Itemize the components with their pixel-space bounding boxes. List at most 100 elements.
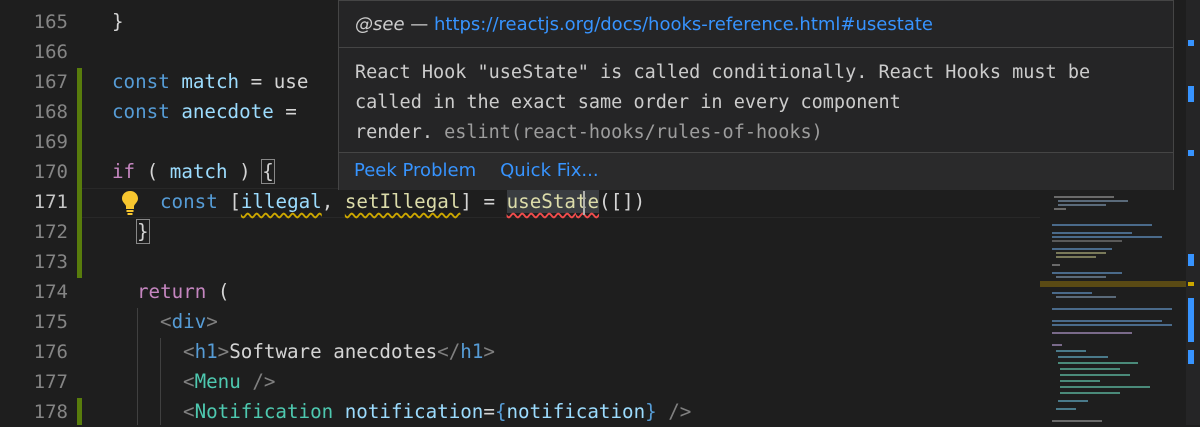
code-line: 174 return ( bbox=[0, 277, 1040, 307]
code-text[interactable]: <Menu /> bbox=[183, 367, 275, 397]
code-fragment: [ bbox=[217, 190, 241, 213]
minimap-line bbox=[1056, 256, 1096, 258]
code-fragment: = bbox=[483, 400, 495, 423]
code-text[interactable]: } bbox=[136, 217, 150, 247]
jsx-component-notification: Notification bbox=[194, 400, 334, 423]
minimap-line bbox=[1060, 374, 1130, 376]
code-text[interactable]: return ( bbox=[137, 277, 229, 307]
code-text[interactable]: <div> bbox=[160, 307, 218, 337]
variable-anecdote: anecdote bbox=[181, 100, 274, 123]
overview-ruler-mark bbox=[1188, 40, 1194, 46]
code-text[interactable]: <h1>Software anecdotes</h1> bbox=[183, 337, 495, 367]
minimap-line bbox=[1052, 232, 1132, 234]
code-text[interactable]: const [illegal, setIllegal] = useState([… bbox=[160, 187, 645, 217]
minimap-line bbox=[1052, 344, 1062, 346]
jsx-brace: } bbox=[645, 400, 657, 423]
overview-ruler-mark bbox=[1188, 254, 1194, 266]
minimap-line bbox=[1058, 356, 1108, 358]
code-fragment: = bbox=[273, 100, 297, 123]
line-number: 175 bbox=[33, 311, 68, 333]
minimap-current-line bbox=[1040, 281, 1186, 287]
function-useState-part1[interactable]: useSta bbox=[506, 190, 576, 213]
code-line: 178 <Notification notification={notifica… bbox=[0, 397, 1040, 427]
minimap-line bbox=[1052, 264, 1060, 266]
matching-brace: } bbox=[136, 219, 150, 244]
minimap-line bbox=[1054, 208, 1066, 210]
code-fragment: , bbox=[321, 190, 345, 213]
jsx-bracket: /> bbox=[656, 400, 692, 423]
code-text[interactable]: const match = use bbox=[112, 67, 308, 97]
line-number: 178 bbox=[33, 401, 68, 423]
keyword-const: const bbox=[112, 70, 170, 93]
message-line: render. bbox=[355, 122, 445, 143]
code-text[interactable]: if ( match ) { bbox=[112, 157, 275, 187]
hover-widget[interactable]: @see — https://reactjs.org/docs/hooks-re… bbox=[338, 0, 1174, 190]
problem-source: eslint(react-hooks/rules-of-hooks) bbox=[444, 122, 823, 143]
code-text[interactable]: } bbox=[112, 7, 124, 37]
minimap-line bbox=[1052, 236, 1162, 238]
jsx-component-menu: Menu bbox=[194, 370, 241, 393]
minimap-line bbox=[1056, 276, 1106, 278]
overview-ruler-mark bbox=[1188, 86, 1194, 102]
function-setIllegal: setIllegal bbox=[344, 190, 461, 213]
code-line: 175 <div> bbox=[0, 307, 1040, 337]
code-fragment: ] = bbox=[460, 190, 507, 213]
jsx-tag-h1: h1 bbox=[194, 340, 218, 363]
minimap-line bbox=[1052, 308, 1172, 310]
jsx-attribute: notification bbox=[333, 400, 484, 423]
docs-link[interactable]: https://reactjs.org/docs/hooks-reference… bbox=[434, 14, 933, 35]
hover-actions-bar: Peek Problem Quick Fix... bbox=[339, 152, 1173, 190]
minimap-line bbox=[1060, 380, 1100, 382]
peek-problem-button[interactable]: Peek Problem bbox=[354, 160, 476, 181]
variable-match: match bbox=[169, 160, 228, 183]
jsx-bracket: < bbox=[183, 370, 195, 393]
code-text[interactable]: const anecdote = bbox=[112, 97, 297, 127]
keyword-if: if bbox=[112, 160, 136, 183]
variable-notification: notification bbox=[506, 400, 646, 423]
code-fragment: ([]) bbox=[599, 190, 646, 213]
quick-fix-button[interactable]: Quick Fix... bbox=[500, 160, 598, 181]
function-useState-part2[interactable]: te bbox=[575, 190, 600, 213]
brace: } bbox=[112, 10, 124, 33]
line-number: 170 bbox=[33, 161, 68, 183]
minimap-line bbox=[1056, 252, 1106, 254]
jsx-tag-h1: h1 bbox=[460, 340, 484, 363]
see-tag: @see bbox=[355, 14, 405, 35]
minimap-line bbox=[1060, 386, 1150, 388]
overview-ruler-mark bbox=[1188, 150, 1194, 156]
line-number: 167 bbox=[33, 71, 68, 93]
variable-match: match bbox=[181, 70, 240, 93]
line-number: 172 bbox=[33, 221, 68, 243]
minimap-line bbox=[1052, 332, 1132, 334]
jsx-tag-div: div bbox=[171, 310, 207, 333]
vertical-scrollbar[interactable] bbox=[1186, 0, 1200, 425]
lightbulb-icon[interactable] bbox=[118, 188, 142, 216]
jsx-brace: { bbox=[494, 400, 507, 423]
jsx-bracket: > bbox=[483, 340, 495, 363]
minimap-line bbox=[1052, 248, 1112, 250]
line-number: 165 bbox=[33, 11, 68, 33]
hover-doc-header: @see — https://reactjs.org/docs/hooks-re… bbox=[339, 1, 1173, 48]
jsx-text: Software anecdotes bbox=[229, 340, 438, 363]
line-number: 166 bbox=[33, 41, 68, 63]
jsx-bracket: > bbox=[217, 340, 230, 363]
code-line: 177 <Menu /> bbox=[0, 367, 1040, 397]
jsx-bracket: > bbox=[206, 310, 218, 333]
message-line: called in the exact same order in every … bbox=[355, 92, 901, 113]
minimap-line bbox=[1052, 320, 1162, 322]
minimap-line bbox=[1056, 350, 1086, 352]
code-text[interactable]: <Notification notification={notification… bbox=[183, 397, 691, 427]
jsx-bracket: </ bbox=[437, 340, 461, 363]
keyword-const: const bbox=[112, 100, 170, 123]
line-number: 176 bbox=[33, 341, 68, 363]
jsx-bracket: /> bbox=[240, 370, 276, 393]
minimap-line bbox=[1058, 400, 1088, 402]
matching-brace: { bbox=[261, 159, 275, 184]
code-fragment: ( bbox=[206, 280, 230, 303]
minimap-line bbox=[1052, 224, 1152, 226]
keyword-const: const bbox=[160, 190, 218, 213]
line-number: 174 bbox=[33, 281, 68, 303]
minimap-line bbox=[1052, 420, 1102, 422]
minimap-line bbox=[1052, 292, 1092, 294]
code-line: 176 <h1>Software anecdotes</h1> bbox=[0, 337, 1040, 367]
